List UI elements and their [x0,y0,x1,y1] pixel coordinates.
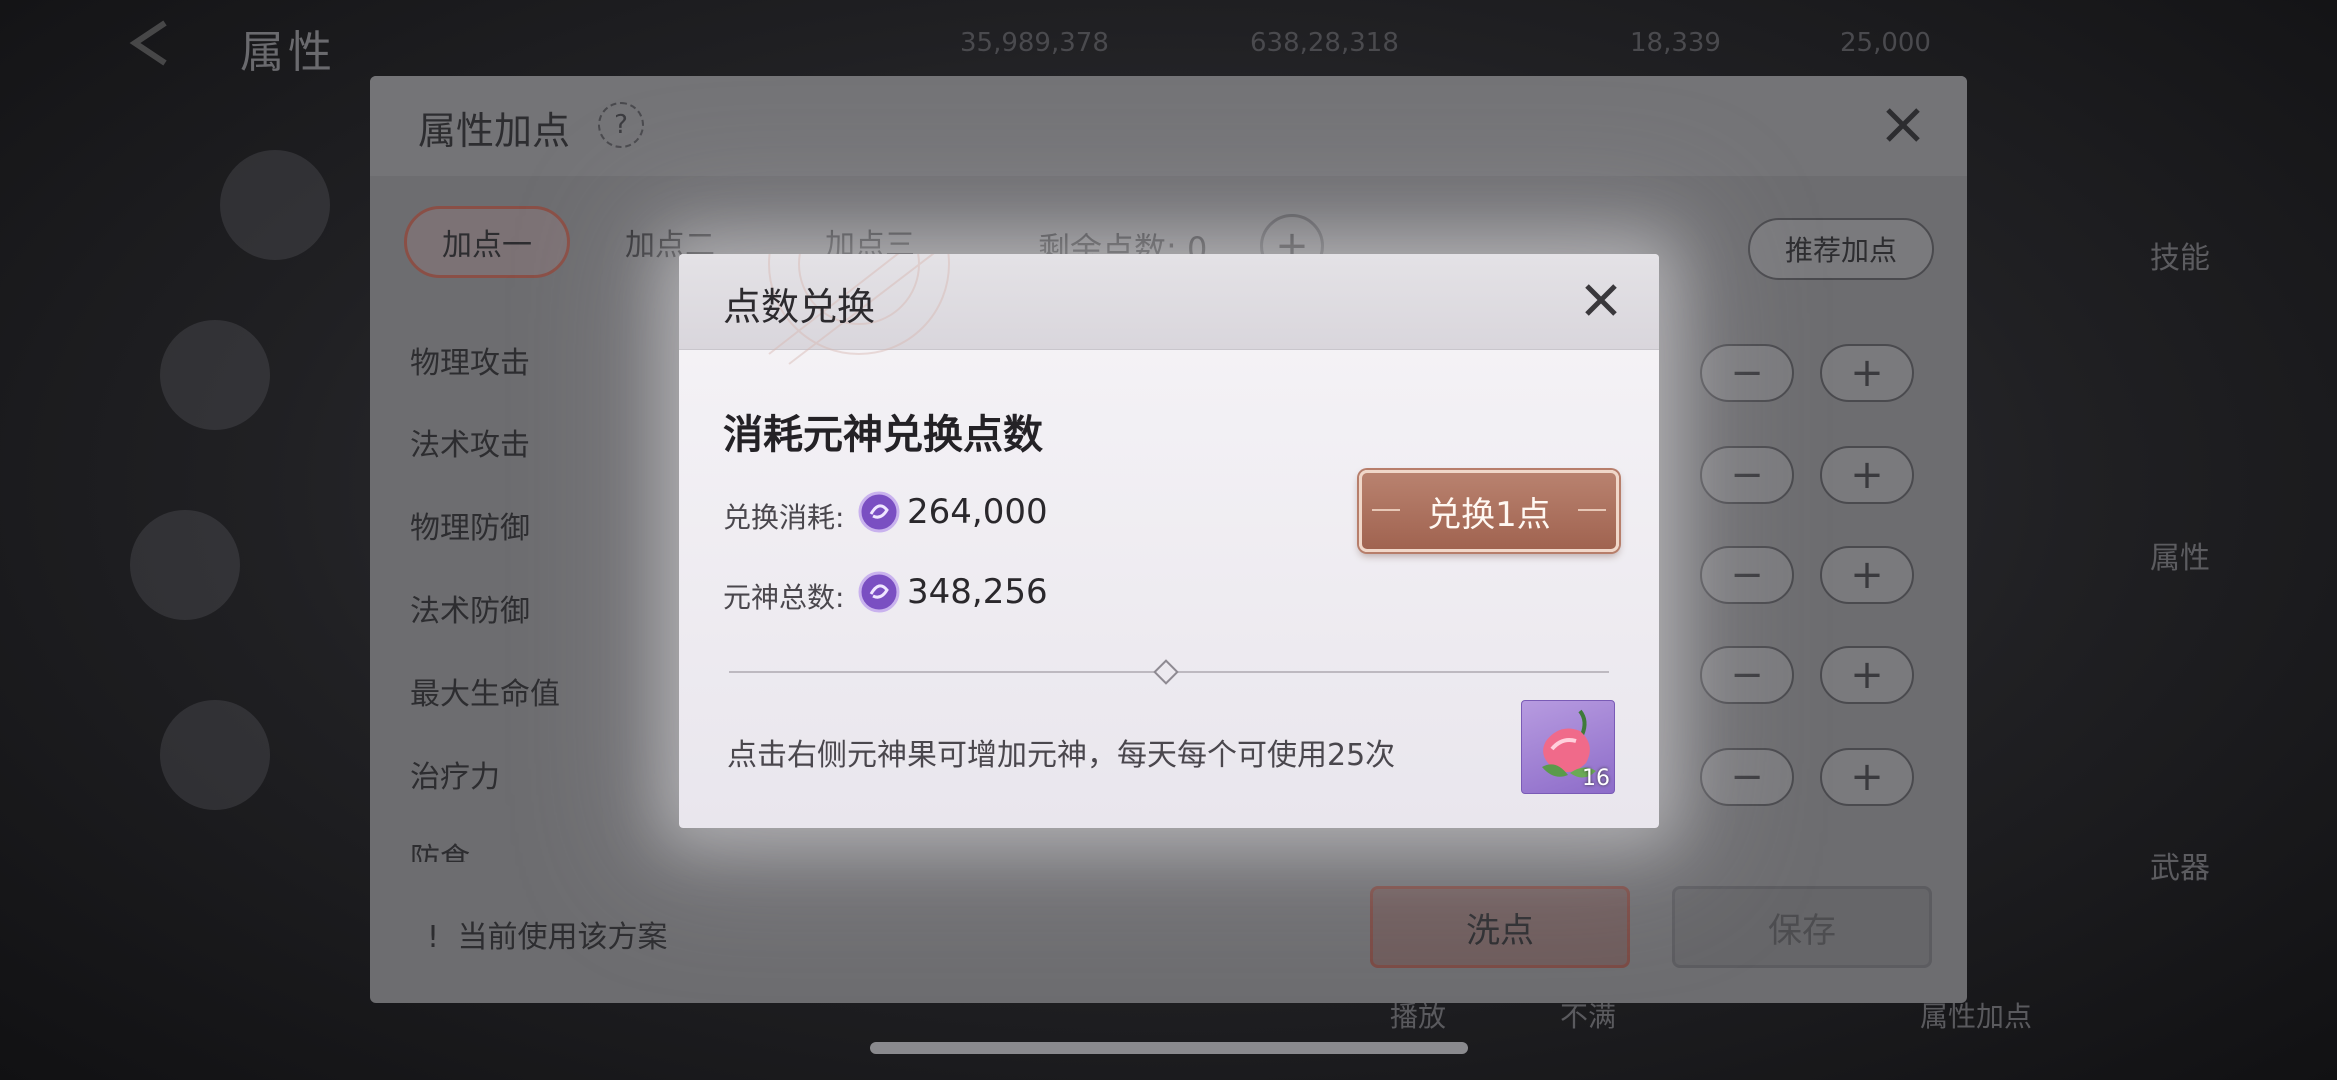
background-title: 属性 [240,27,336,78]
background-resource: 638,28,318 [1250,28,1399,58]
stat-label: 治疗力 [410,760,500,795]
stat-label: 法术攻击 [410,428,530,463]
background-equip-slot [160,320,270,430]
spirit-orb-icon [858,491,900,533]
tab-plan-one[interactable]: 加点一 [404,206,570,278]
home-indicator[interactable] [870,1042,1468,1054]
item-count: 16 [1582,766,1610,791]
stat-minus-button[interactable]: − [1700,646,1794,704]
close-icon[interactable] [1878,100,1928,150]
dialog-subtitle: 消耗元神兑换点数 [723,412,1043,458]
info-icon: ! [426,920,440,955]
stat-minus-button[interactable]: − [1700,344,1794,402]
total-label: 元神总数: [723,581,845,614]
spirit-orb-icon [858,571,900,613]
spirit-fruit-item[interactable]: 16 [1521,700,1615,794]
stat-minus-button[interactable]: − [1700,446,1794,504]
reset-points-button[interactable]: 洗点 [1370,886,1630,968]
stat-label: 物理攻击 [410,346,530,381]
background-right-tab: 属性 [2150,541,2210,576]
background-equip-slot [220,150,330,260]
cost-value: 264,000 [907,492,1048,532]
background-right-tab: 技能 [2150,241,2210,276]
stat-plus-button[interactable]: + [1820,344,1914,402]
status-text: ! 当前使用该方案 [418,912,668,956]
total-value: 348,256 [907,572,1048,612]
button-ornament [1578,509,1606,511]
background-right-tab: 武器 [2150,851,2210,886]
stat-label: 防食 [410,842,470,862]
button-ornament [1372,509,1400,511]
stat-label: 物理防御 [410,511,530,546]
recommend-button[interactable]: 推荐加点 [1748,218,1934,280]
stat-minus-button[interactable]: − [1700,748,1794,806]
background-topbar: 属性 35,989,378 638,28,318 18,339 25,000 [0,0,2337,80]
stat-plus-button[interactable]: + [1820,748,1914,806]
background-equip-slot [130,510,240,620]
stat-minus-button[interactable]: − [1700,546,1794,604]
stat-plus-button[interactable]: + [1820,546,1914,604]
dialog-header: 点数兑换 [679,254,1659,365]
cost-label: 兑换消耗: [723,501,845,534]
exchange-dialog: 点数兑换 消耗元神兑换点数 兑换消耗: 264,000 元神总数: 348,25… [679,254,1659,828]
background-equip-slot [160,700,270,810]
background-resource: 18,339 [1630,28,1721,58]
back-arrow-icon [129,20,167,66]
stat-plus-button[interactable]: + [1820,446,1914,504]
exchange-button-label: 兑换1点 [1427,494,1551,535]
hint-text: 点击右侧元神果可增加元神，每天每个可使用25次 [727,738,1396,773]
background-resource: 25,000 [1840,28,1931,58]
exchange-button[interactable]: 兑换1点 [1359,470,1619,552]
divider-diamond-icon [1153,659,1179,685]
stat-label: 最大生命值 [410,677,560,712]
background-resource: 35,989,378 [960,28,1109,58]
stat-label: 法术防御 [410,594,530,629]
help-icon[interactable]: ? [598,102,644,148]
attribute-panel-title: 属性加点 [418,109,571,153]
dialog-title: 点数兑换 [723,285,876,329]
status-text-label: 当前使用该方案 [457,920,668,955]
save-button[interactable]: 保存 [1672,886,1932,968]
stat-plus-button[interactable]: + [1820,646,1914,704]
close-icon[interactable] [1577,276,1625,324]
